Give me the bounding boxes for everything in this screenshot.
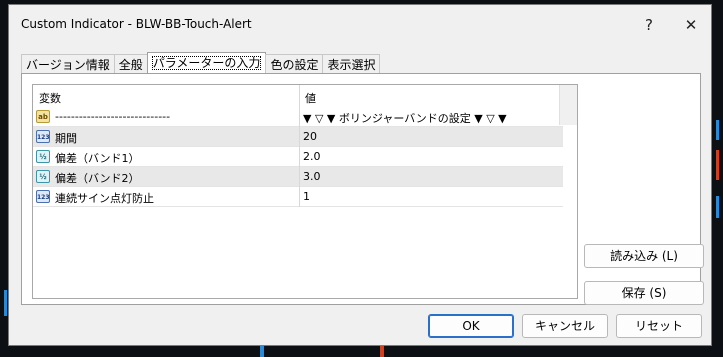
- param-name: 連続サイン点灯防止: [55, 192, 154, 205]
- chart-background-bar: [380, 346, 384, 357]
- double-type-icon: ½: [36, 150, 50, 163]
- param-value[interactable]: ▼ ▽ ▼ ボリンジャーバンドの設定 ▼ ▽ ▼: [303, 110, 507, 126]
- chart-background-bar: [4, 290, 7, 316]
- save-button[interactable]: 保存 (S): [584, 281, 704, 305]
- double-type-icon: ½: [36, 170, 50, 183]
- param-value[interactable]: 1: [303, 190, 310, 203]
- tab-display-selection[interactable]: 表示選択: [322, 54, 381, 74]
- ok-button[interactable]: OK: [428, 314, 514, 338]
- chart-background-bar: [716, 120, 719, 140]
- help-icon[interactable]: ?: [637, 13, 661, 37]
- table-row[interactable]: ½ 偏差（バンド1） 2.0: [33, 147, 563, 167]
- title-bar[interactable]: Custom Indicator - BLW-BB-Touch-Alert ? …: [9, 5, 711, 45]
- param-value[interactable]: 20: [303, 130, 317, 143]
- chart-background-bar: [716, 196, 719, 218]
- column-divider: [299, 85, 300, 207]
- cancel-button[interactable]: キャンセル: [522, 314, 608, 338]
- close-icon[interactable]: ✕: [679, 13, 703, 37]
- parameters-grid: 変数 値 ab ----------------------------- ▼ …: [32, 84, 578, 299]
- table-row[interactable]: ab ----------------------------- ▼ ▽ ▼ ボ…: [33, 107, 563, 127]
- column-header-variable[interactable]: 変数: [39, 90, 61, 106]
- custom-indicator-dialog: Custom Indicator - BLW-BB-Touch-Alert ? …: [8, 4, 712, 346]
- chart-background-bar: [716, 150, 719, 180]
- param-name: 偏差（バンド2）: [55, 172, 140, 185]
- tab-general[interactable]: 全般: [113, 54, 148, 74]
- load-button[interactable]: 読み込み (L): [584, 244, 704, 268]
- param-name: -----------------------------: [55, 110, 171, 123]
- chart-background-bar: [260, 346, 264, 357]
- string-type-icon: ab: [36, 110, 50, 123]
- table-row[interactable]: 123 期間 20: [33, 127, 563, 147]
- integer-type-icon: 123: [36, 190, 50, 203]
- reset-button[interactable]: リセット: [616, 314, 702, 338]
- tab-version-info[interactable]: バージョン情報: [21, 54, 115, 74]
- table-row[interactable]: ½ 偏差（バンド2） 3.0: [33, 167, 563, 187]
- tab-input-parameters[interactable]: パラメーターの入力: [146, 52, 267, 74]
- tab-color-settings[interactable]: 色の設定: [265, 54, 324, 74]
- tab-strip: バージョン情報 全般 パラメーターの入力 色の設定 表示選択: [21, 52, 381, 74]
- param-name: 偏差（バンド1）: [55, 152, 140, 165]
- grid-header: 変数 値: [33, 85, 563, 107]
- integer-type-icon: 123: [36, 130, 50, 143]
- param-value[interactable]: 2.0: [303, 150, 321, 163]
- column-header-value[interactable]: 値: [305, 90, 316, 106]
- param-name: 期間: [55, 132, 77, 145]
- window-title: Custom Indicator - BLW-BB-Touch-Alert: [21, 17, 252, 31]
- param-value[interactable]: 3.0: [303, 170, 321, 183]
- parameters-panel: 変数 値 ab ----------------------------- ▼ …: [21, 73, 704, 305]
- table-row[interactable]: 123 連続サイン点灯防止 1: [33, 187, 563, 207]
